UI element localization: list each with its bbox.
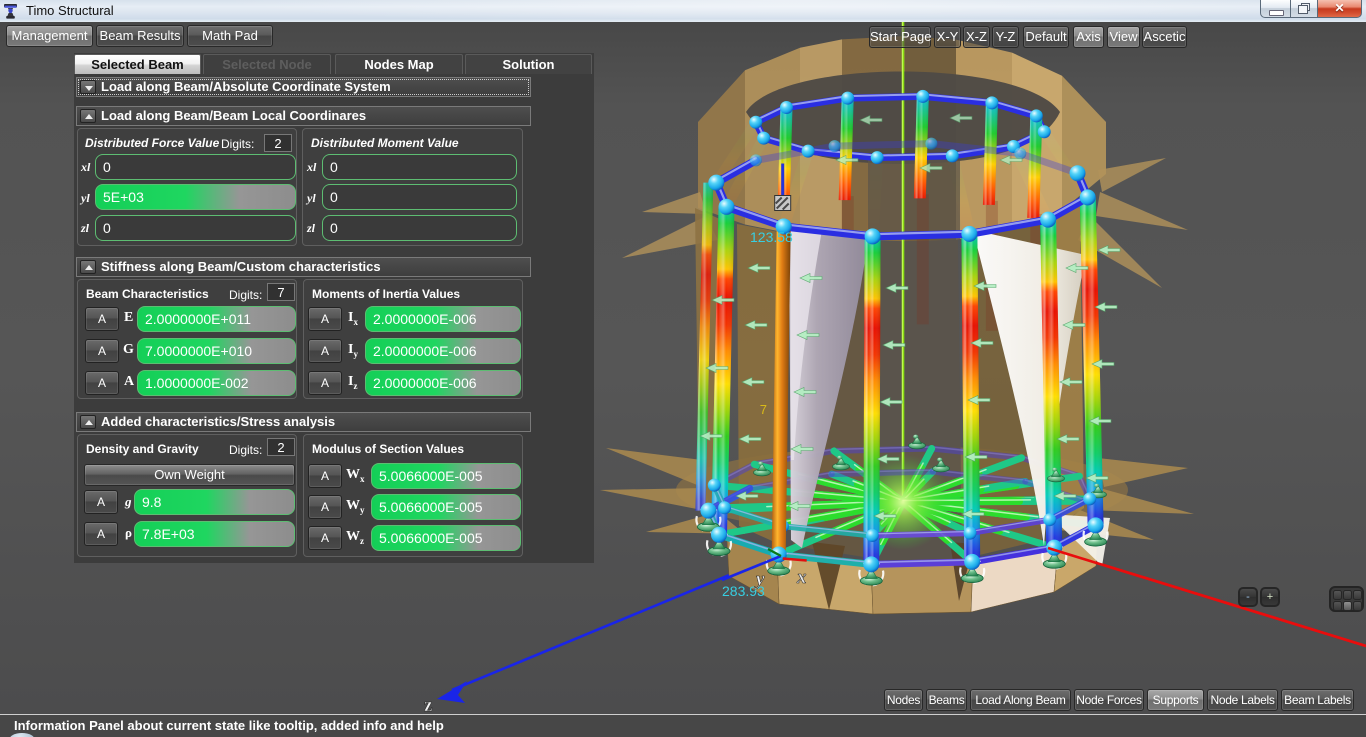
svg-text:123.58: 123.58	[750, 229, 793, 245]
svg-text:y: y	[754, 569, 765, 590]
svg-text:7: 7	[760, 402, 767, 417]
svg-text:x: x	[796, 567, 807, 588]
svg-text:z: z	[424, 695, 433, 714]
